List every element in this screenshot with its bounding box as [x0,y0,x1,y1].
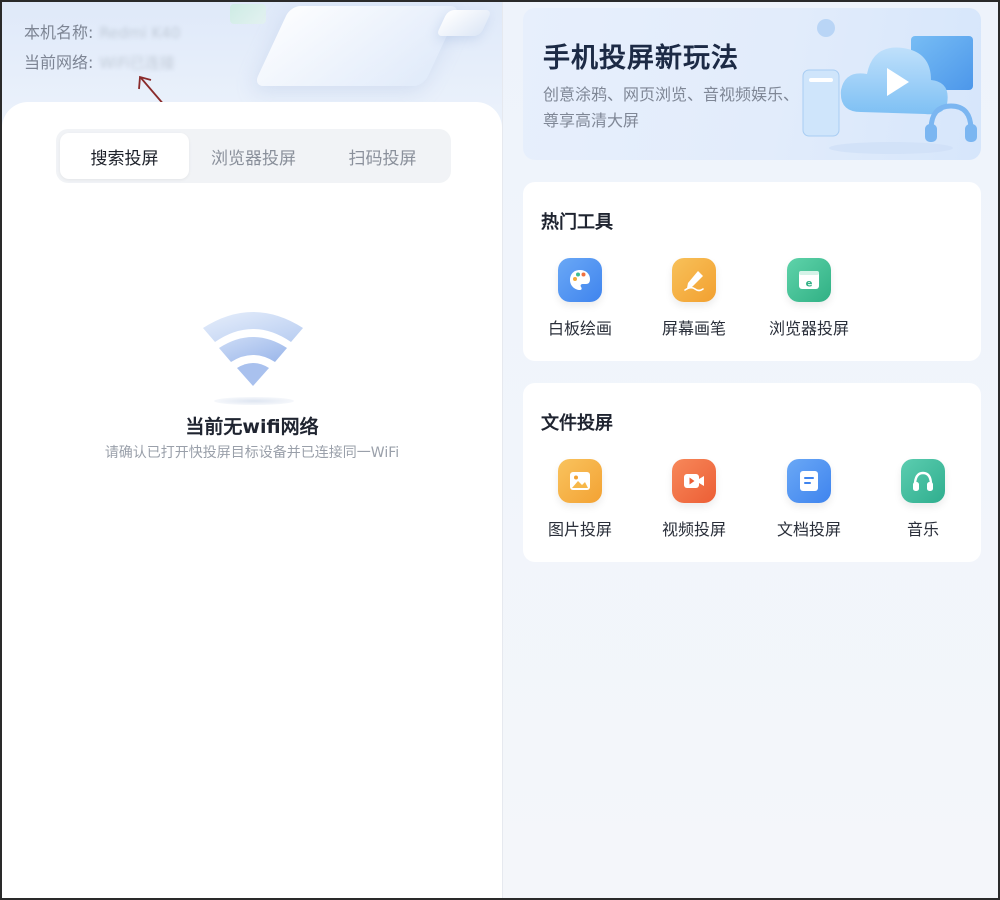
image-cast-label: 图片投屏 [547,520,612,539]
left-panel: 本机名称: Redmi K40 当前网络: WiFi已连接 搜索投屏 浏览器投屏… [2,2,502,898]
hot-tools-title: 热门工具 [541,212,613,233]
video-cast-label: 视频投屏 [661,520,726,539]
palette-icon [558,258,602,302]
empty-state-subtitle: 请确认已打开快投屏目标设备并已连接同一WiFi [104,445,400,461]
wifi-icon [203,312,303,386]
banner-description: 创意涂鸦、网页浏览、音视频娱乐、尊享高清大屏 [543,85,800,130]
empty-state-title: 当前无wifi网络 [185,416,319,438]
image-cast-tool[interactable]: 图片投屏 [525,459,635,540]
device-info: 本机名称: Redmi K40 当前网络: WiFi已连接 [24,18,180,78]
video-icon [672,459,716,503]
headphones-icon [901,459,945,503]
browser-cast-tool[interactable]: e 浏览器投屏 [754,258,864,339]
tab-browser-cast[interactable]: 浏览器投屏 [189,133,318,179]
device-name-value: Redmi K40 [99,24,181,42]
decorative-shape [253,6,461,86]
cast-illustration-icon [802,19,977,154]
browser-icon: e [787,258,831,302]
promo-banner[interactable]: 手机投屏新玩法 创意涂鸦、网页浏览、音视频娱乐、尊享高清大屏 [523,8,981,160]
file-cast-card: 文件投屏 图片投屏 视频投屏 文档投屏 音乐 [523,383,981,562]
hot-tools-card: 热门工具 白板绘画 屏幕画笔 e 浏览器投屏 [523,182,981,361]
wifi-shadow [214,397,294,405]
banner-title: 手机投屏新玩法 [543,43,739,74]
document-icon [787,459,831,503]
file-cast-title: 文件投屏 [541,413,613,434]
screen-pen-label: 屏幕画笔 [661,319,726,338]
device-name-label: 本机名称: [24,23,94,42]
right-panel: 手机投屏新玩法 创意涂鸦、网页浏览、音视频娱乐、尊享高清大屏 热门工具 白板绘画… [502,2,998,898]
video-cast-tool[interactable]: 视频投屏 [639,459,749,540]
decorative-shape [230,4,266,24]
whiteboard-tool[interactable]: 白板绘画 [525,258,635,339]
document-cast-label: 文档投屏 [776,520,841,539]
browser-cast-label: 浏览器投屏 [768,319,849,338]
document-cast-tool[interactable]: 文档投屏 [754,459,864,540]
network-label: 当前网络: [24,53,94,72]
whiteboard-label: 白板绘画 [547,319,612,338]
tab-scan-cast[interactable]: 扫码投屏 [318,133,447,179]
cast-mode-tabs: 搜索投屏 浏览器投屏 扫码投屏 [56,129,451,183]
pen-icon [672,258,716,302]
screen-pen-tool[interactable]: 屏幕画笔 [639,258,749,339]
image-icon [558,459,602,503]
cast-search-card: 搜索投屏 浏览器投屏 扫码投屏 [2,102,502,898]
tab-search-cast[interactable]: 搜索投屏 [60,133,189,179]
music-cast-label: 音乐 [906,520,939,539]
music-cast-tool[interactable]: 音乐 [868,459,978,540]
svg-text:e: e [806,279,813,290]
